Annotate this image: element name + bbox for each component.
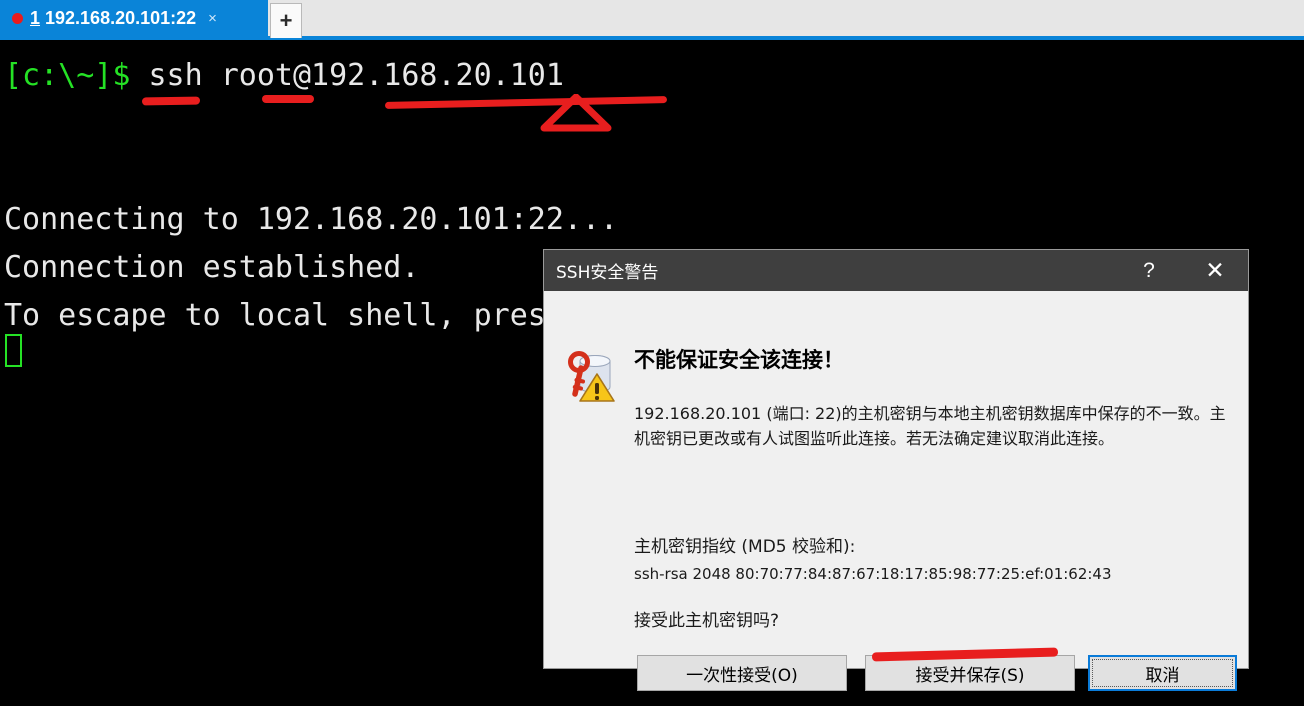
cancel-button-label: 取消	[1092, 659, 1233, 687]
ssh-security-warning-dialog: SSH安全警告 ? ✕ 不能保证安全该连接！ 192.168.20.101 (端…	[543, 249, 1249, 691]
annotation-triangle-pointer-icon	[540, 94, 612, 132]
terminal-cursor	[5, 334, 22, 367]
dialog-body: 不能保证安全该连接！ 192.168.20.101 (端口: 22)的主机密钥与…	[545, 291, 1247, 691]
terminal-line-established: Connection established.	[4, 250, 420, 285]
terminal-line-connecting: Connecting to 192.168.20.101:22...	[4, 202, 619, 237]
key-warning-icon	[568, 351, 615, 402]
cancel-button[interactable]: 取消	[1088, 655, 1237, 691]
fingerprint-value: ssh-rsa 2048 80:70:77:84:87:67:18:17:85:…	[634, 565, 1112, 583]
annotation-underline-ssh	[141, 96, 201, 106]
tab-title-label: 192.168.20.101:22	[45, 7, 197, 28]
dialog-title: SSH安全警告	[556, 263, 659, 283]
dialog-heading: 不能保证安全该连接！	[634, 348, 844, 372]
tab-bar: 1 192.168.20.101:22 × +	[0, 0, 1304, 40]
terminal-command-line: [c:\~]$ ssh root@192.168.20.101	[4, 52, 564, 100]
dialog-message-text: 192.168.20.101 (端口: 22)的主机密钥与本地主机密钥数据库中保…	[634, 404, 1226, 448]
dialog-title-bar: SSH安全警告 ? ✕	[544, 250, 1248, 291]
session-status-dot-icon	[12, 12, 23, 24]
help-icon[interactable]: ?	[1126, 250, 1172, 291]
accept-once-button[interactable]: 一次性接受(O)	[637, 655, 847, 691]
fingerprint-label: 主机密钥指纹 (MD5 校验和):	[634, 537, 856, 557]
close-icon[interactable]: ✕	[1192, 250, 1238, 291]
tab-index-label: 1	[30, 7, 41, 28]
dialog-question-text: 接受此主机密钥吗?	[634, 611, 780, 631]
terminal-prompt: [c:\~]$	[4, 58, 149, 93]
terminal-command-text: ssh root@192.168.20.101	[148, 58, 564, 93]
tab-session-1[interactable]: 1 192.168.20.101:22 ×	[0, 0, 268, 36]
new-tab-button[interactable]: +	[270, 3, 302, 38]
annotation-underline-root	[262, 95, 314, 103]
tab-close-icon[interactable]: ×	[208, 11, 217, 26]
terminal-app-window: 1 192.168.20.101:22 × + [c:\~]$ ssh root…	[0, 0, 1304, 706]
